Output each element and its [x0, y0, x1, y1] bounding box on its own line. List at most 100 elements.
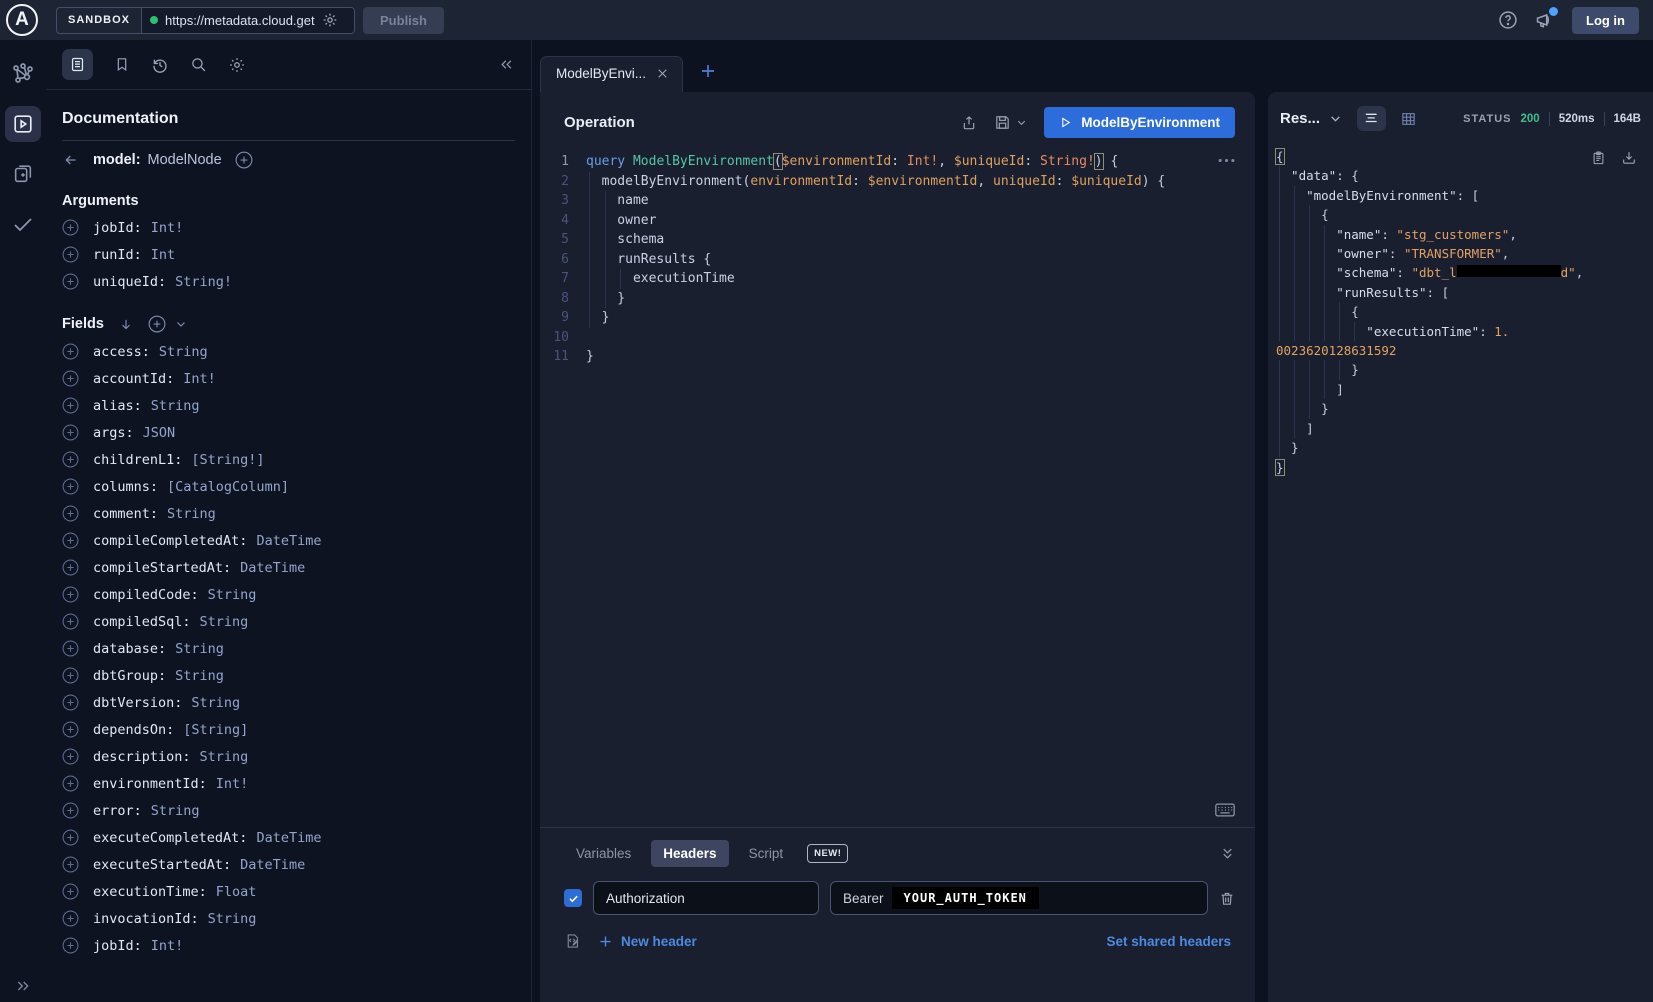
editor-code-line[interactable]: 9} [540, 308, 1255, 328]
new-tab-plus-icon[interactable] [699, 62, 717, 80]
add-field-plus-icon[interactable] [235, 151, 253, 169]
field-name[interactable]: invocationId: [93, 911, 199, 927]
field-name[interactable]: comment: [93, 506, 158, 522]
response-dropdown-chevron-icon[interactable] [1329, 112, 1342, 125]
field-name[interactable]: args: [93, 425, 134, 441]
add-to-operation-plus-icon[interactable] [62, 219, 79, 236]
operation-collections-icon[interactable] [5, 156, 41, 192]
add-to-operation-plus-icon[interactable] [62, 667, 79, 684]
header-value-input[interactable]: Bearer YOUR_AUTH_TOKEN [830, 881, 1208, 915]
field-type-link[interactable]: String [208, 587, 257, 603]
field-name[interactable]: columns: [93, 479, 158, 495]
collapse-bottom-panel-icon[interactable] [1220, 846, 1235, 861]
field-type-link[interactable]: String [151, 803, 200, 819]
field-type-link[interactable]: [CatalogColumn] [167, 479, 289, 495]
add-to-operation-plus-icon[interactable] [62, 613, 79, 630]
field-type-link[interactable]: Int! [216, 776, 249, 792]
field-name[interactable]: jobId: [93, 938, 142, 954]
run-operation-button[interactable]: ModelByEnvironment [1044, 107, 1235, 138]
auth-token-value[interactable]: YOUR_AUTH_TOKEN [892, 887, 1039, 909]
add-to-operation-plus-icon[interactable] [62, 748, 79, 765]
settings-gear-icon[interactable] [228, 56, 246, 74]
field-type-link[interactable]: String [200, 749, 249, 765]
checks-icon[interactable] [5, 206, 41, 242]
breadcrumb-type-link[interactable]: ModelNode [148, 152, 222, 168]
field-name[interactable]: environmentId: [93, 776, 207, 792]
header-key-input[interactable]: Authorization [593, 881, 819, 915]
fields-options-chevron-icon[interactable] [175, 318, 187, 330]
schema-graph-icon[interactable] [5, 56, 41, 92]
field-type-link[interactable]: DateTime [240, 560, 305, 576]
field-name[interactable]: compileCompletedAt: [93, 533, 247, 549]
field-name[interactable]: executionTime: [93, 884, 207, 900]
explorer-nav-item[interactable] [5, 106, 41, 142]
editor-code-line[interactable]: 10 [540, 328, 1255, 348]
graphql-editor[interactable]: 1query ModelByEnvironment($environmentId… [540, 148, 1255, 827]
keyboard-shortcuts-icon[interactable] [1215, 803, 1235, 817]
add-to-operation-plus-icon[interactable] [62, 424, 79, 441]
operation-tab[interactable]: ModelByEnvi... [540, 56, 683, 92]
add-to-operation-plus-icon[interactable] [62, 478, 79, 495]
collapse-panel-icon[interactable] [498, 57, 515, 72]
add-to-operation-plus-icon[interactable] [62, 273, 79, 290]
add-to-operation-plus-icon[interactable] [62, 370, 79, 387]
endpoint-url-box[interactable]: https://metadata.cloud.get [142, 8, 354, 33]
field-type-link[interactable]: Int! [183, 371, 216, 387]
new-header-button[interactable]: New header [598, 934, 697, 949]
delete-header-trash-icon[interactable] [1219, 890, 1235, 907]
login-button[interactable]: Log in [1572, 7, 1639, 34]
add-to-operation-plus-icon[interactable] [62, 883, 79, 900]
editor-code-line[interactable]: 2modelByEnvironment(environmentId: $envi… [540, 172, 1255, 192]
tab-headers[interactable]: Headers [651, 840, 728, 867]
editor-code-line[interactable]: 1query ModelByEnvironment($environmentId… [540, 152, 1255, 172]
add-to-operation-plus-icon[interactable] [62, 775, 79, 792]
field-type-link[interactable]: DateTime [256, 533, 321, 549]
field-name[interactable]: dependsOn: [93, 722, 174, 738]
tab-variables[interactable]: Variables [564, 840, 643, 867]
editor-code-line[interactable]: 8} [540, 289, 1255, 309]
field-type-link[interactable]: [String] [183, 722, 248, 738]
edit-as-code-icon[interactable] [564, 932, 581, 950]
add-to-operation-plus-icon[interactable] [62, 829, 79, 846]
publish-button[interactable]: Publish [363, 7, 444, 34]
field-name[interactable]: jobId: [93, 220, 142, 236]
field-type-link[interactable]: String [167, 506, 216, 522]
add-to-operation-plus-icon[interactable] [62, 937, 79, 954]
close-tab-icon[interactable] [656, 67, 669, 80]
field-name[interactable]: uniqueId: [93, 274, 166, 290]
editor-code-line[interactable]: 6runResults { [540, 250, 1255, 270]
field-type-link[interactable]: String! [175, 274, 232, 290]
search-icon[interactable] [190, 56, 207, 73]
saved-operations-bookmark-icon[interactable] [114, 56, 130, 73]
announcements-megaphone-icon[interactable] [1534, 10, 1556, 30]
help-icon[interactable] [1498, 10, 1518, 30]
field-type-link[interactable]: String [175, 641, 224, 657]
back-arrow-icon[interactable] [62, 152, 80, 168]
add-to-operation-plus-icon[interactable] [62, 559, 79, 576]
field-name[interactable]: access: [93, 344, 150, 360]
field-name[interactable]: alias: [93, 398, 142, 414]
editor-code-line[interactable]: 4owner [540, 211, 1255, 231]
field-name[interactable]: description: [93, 749, 191, 765]
editor-code-line[interactable]: 11} [540, 347, 1255, 367]
editor-code-line[interactable]: 7executionTime [540, 269, 1255, 289]
documentation-tab-icon[interactable] [62, 49, 93, 80]
add-to-operation-plus-icon[interactable] [62, 246, 79, 263]
add-to-operation-plus-icon[interactable] [62, 343, 79, 360]
save-operation-icon[interactable] [994, 114, 1011, 131]
field-name[interactable]: childrenL1: [93, 452, 182, 468]
editor-code-line[interactable]: 5schema [540, 230, 1255, 250]
field-type-link[interactable]: String [175, 668, 224, 684]
share-operation-icon[interactable] [961, 114, 977, 132]
add-to-operation-plus-icon[interactable] [62, 802, 79, 819]
add-to-operation-plus-icon[interactable] [62, 397, 79, 414]
editor-code-line[interactable]: 3name [540, 191, 1255, 211]
field-type-link[interactable]: String [200, 614, 249, 630]
raw-view-toggle-icon[interactable] [1357, 106, 1386, 131]
add-to-operation-plus-icon[interactable] [62, 505, 79, 522]
field-type-link[interactable]: Int! [151, 938, 184, 954]
header-enabled-checkbox[interactable] [564, 889, 582, 907]
field-name[interactable]: compiledSql: [93, 614, 191, 630]
endpoint-url[interactable]: https://metadata.cloud.get [165, 13, 315, 28]
expand-rail-chevrons-icon[interactable] [14, 978, 32, 994]
